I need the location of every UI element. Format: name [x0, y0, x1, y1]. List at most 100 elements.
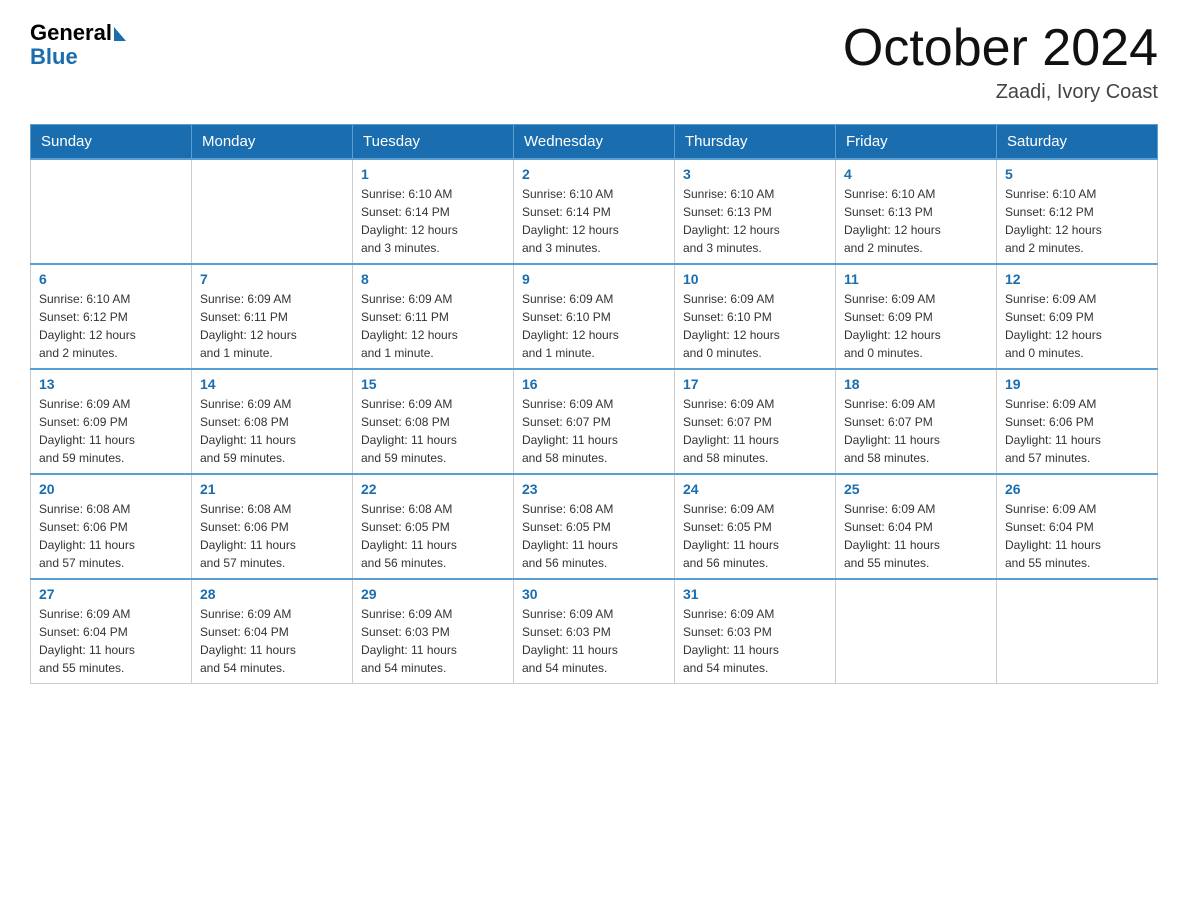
calendar-cell: 24 Sunrise: 6:09 AMSunset: 6:05 PMDayligh… — [675, 474, 836, 579]
calendar-header-sunday: Sunday — [31, 125, 192, 160]
day-number: 31 — [683, 586, 827, 602]
calendar-cell — [192, 159, 353, 264]
day-number: 10 — [683, 271, 827, 287]
day-number: 7 — [200, 271, 344, 287]
page-title: October 2024 — [843, 20, 1158, 77]
page-header: General Blue October 2024 Zaadi, Ivory C… — [30, 20, 1158, 104]
calendar-header-tuesday: Tuesday — [353, 125, 514, 160]
logo-triangle-icon — [114, 27, 126, 41]
calendar-cell: 31 Sunrise: 6:09 AMSunset: 6:03 PMDayligh… — [675, 579, 836, 684]
week-row-5: 27 Sunrise: 6:09 AMSunset: 6:04 PMDayligh… — [31, 579, 1158, 684]
calendar-cell: 27 Sunrise: 6:09 AMSunset: 6:04 PMDayligh… — [31, 579, 192, 684]
day-number: 2 — [522, 166, 666, 182]
day-number: 16 — [522, 376, 666, 392]
calendar-header-saturday: Saturday — [997, 125, 1158, 160]
day-info: Sunrise: 6:09 AMSunset: 6:10 PMDaylight:… — [683, 290, 827, 362]
day-info: Sunrise: 6:09 AMSunset: 6:08 PMDaylight:… — [200, 395, 344, 467]
calendar-cell: 14 Sunrise: 6:09 AMSunset: 6:08 PMDayligh… — [192, 369, 353, 474]
day-number: 21 — [200, 481, 344, 497]
day-info: Sunrise: 6:09 AMSunset: 6:08 PMDaylight:… — [361, 395, 505, 467]
day-info: Sunrise: 6:09 AMSunset: 6:09 PMDaylight:… — [39, 395, 183, 467]
week-row-2: 6 Sunrise: 6:10 AMSunset: 6:12 PMDaylight… — [31, 264, 1158, 369]
calendar-cell — [836, 579, 997, 684]
calendar-cell: 16Sunrise: 6:09 AMSunset: 6:07 PMDayligh… — [514, 369, 675, 474]
day-number: 19 — [1005, 376, 1149, 392]
day-info: Sunrise: 6:09 AMSunset: 6:07 PMDaylight:… — [683, 395, 827, 467]
calendar-cell — [31, 159, 192, 264]
week-row-4: 20Sunrise: 6:08 AMSunset: 6:06 PMDayligh… — [31, 474, 1158, 579]
calendar-cell: 17Sunrise: 6:09 AMSunset: 6:07 PMDayligh… — [675, 369, 836, 474]
day-info: Sunrise: 6:10 AMSunset: 6:13 PMDaylight:… — [844, 185, 988, 257]
calendar-cell: 7 Sunrise: 6:09 AMSunset: 6:11 PMDaylight… — [192, 264, 353, 369]
calendar-cell: 6 Sunrise: 6:10 AMSunset: 6:12 PMDaylight… — [31, 264, 192, 369]
logo-blue-text: Blue — [30, 44, 78, 70]
location-subtitle: Zaadi, Ivory Coast — [843, 81, 1158, 104]
calendar-cell: 1Sunrise: 6:10 AMSunset: 6:14 PMDaylight… — [353, 159, 514, 264]
calendar-cell: 30 Sunrise: 6:09 AMSunset: 6:03 PMDayligh… — [514, 579, 675, 684]
day-number: 24 — [683, 481, 827, 497]
title-area: October 2024 Zaadi, Ivory Coast — [843, 20, 1158, 104]
day-info: Sunrise: 6:10 AMSunset: 6:12 PMDaylight:… — [39, 290, 183, 362]
calendar-cell: 15Sunrise: 6:09 AMSunset: 6:08 PMDayligh… — [353, 369, 514, 474]
calendar-cell: 13 Sunrise: 6:09 AMSunset: 6:09 PMDayligh… — [31, 369, 192, 474]
calendar-cell: 25 Sunrise: 6:09 AMSunset: 6:04 PMDayligh… — [836, 474, 997, 579]
day-number: 11 — [844, 271, 988, 287]
day-number: 12 — [1005, 271, 1149, 287]
calendar-cell: 23 Sunrise: 6:08 AMSunset: 6:05 PMDayligh… — [514, 474, 675, 579]
calendar-header-row: SundayMondayTuesdayWednesdayThursdayFrid… — [31, 125, 1158, 160]
day-info: Sunrise: 6:09 AMSunset: 6:04 PMDaylight:… — [1005, 500, 1149, 572]
calendar-header-thursday: Thursday — [675, 125, 836, 160]
day-info: Sunrise: 6:09 AMSunset: 6:04 PMDaylight:… — [39, 605, 183, 677]
day-info: Sunrise: 6:09 AMSunset: 6:03 PMDaylight:… — [361, 605, 505, 677]
day-info: Sunrise: 6:09 AMSunset: 6:03 PMDaylight:… — [522, 605, 666, 677]
week-row-1: 1 Sunrise: 6:10 AMSunset: 6:14 PMDaylight… — [31, 159, 1158, 264]
day-info: Sunrise: 6:09 AMSunset: 6:11 PMDaylight:… — [200, 290, 344, 362]
day-info: Sunrise: 6:09 AMSunset: 6:05 PMDaylight:… — [683, 500, 827, 572]
day-info: Sunrise: 6:10 AMSunset: 6:14 PMDaylight:… — [522, 185, 666, 257]
day-number: 5 — [1005, 166, 1149, 182]
calendar-cell: 28Sunrise: 6:09 AMSunset: 6:04 PMDayligh… — [192, 579, 353, 684]
calendar-table: SundayMondayTuesdayWednesdayThursdayFrid… — [30, 124, 1158, 684]
day-number: 4 — [844, 166, 988, 182]
day-info: Sunrise: 6:10 AMSunset: 6:13 PMDaylight:… — [683, 185, 827, 257]
calendar-cell: 11Sunrise: 6:09 AMSunset: 6:09 PMDayligh… — [836, 264, 997, 369]
calendar-cell: 19Sunrise: 6:09 AMSunset: 6:06 PMDayligh… — [997, 369, 1158, 474]
day-number: 30 — [522, 586, 666, 602]
day-number: 18 — [844, 376, 988, 392]
day-number: 6 — [39, 271, 183, 287]
day-info: Sunrise: 6:10 AMSunset: 6:12 PMDaylight:… — [1005, 185, 1149, 257]
day-number: 1 — [361, 166, 505, 182]
calendar-cell: 29 Sunrise: 6:09 AMSunset: 6:03 PMDayligh… — [353, 579, 514, 684]
calendar-cell: 5 Sunrise: 6:10 AMSunset: 6:12 PMDaylight… — [997, 159, 1158, 264]
day-number: 22 — [361, 481, 505, 497]
logo: General Blue — [30, 20, 126, 70]
day-info: Sunrise: 6:08 AMSunset: 6:05 PMDaylight:… — [522, 500, 666, 572]
day-number: 29 — [361, 586, 505, 602]
calendar-cell: 18Sunrise: 6:09 AMSunset: 6:07 PMDayligh… — [836, 369, 997, 474]
day-number: 25 — [844, 481, 988, 497]
day-number: 23 — [522, 481, 666, 497]
day-number: 13 — [39, 376, 183, 392]
calendar-header-friday: Friday — [836, 125, 997, 160]
day-info: Sunrise: 6:09 AMSunset: 6:03 PMDaylight:… — [683, 605, 827, 677]
day-info: Sunrise: 6:09 AMSunset: 6:11 PMDaylight:… — [361, 290, 505, 362]
day-number: 26 — [1005, 481, 1149, 497]
calendar-cell: 8 Sunrise: 6:09 AMSunset: 6:11 PMDaylight… — [353, 264, 514, 369]
calendar-cell: 22 Sunrise: 6:08 AMSunset: 6:05 PMDayligh… — [353, 474, 514, 579]
calendar-cell — [997, 579, 1158, 684]
day-info: Sunrise: 6:08 AMSunset: 6:06 PMDaylight:… — [39, 500, 183, 572]
day-number: 8 — [361, 271, 505, 287]
day-number: 3 — [683, 166, 827, 182]
day-info: Sunrise: 6:08 AMSunset: 6:05 PMDaylight:… — [361, 500, 505, 572]
day-number: 27 — [39, 586, 183, 602]
calendar-cell: 20Sunrise: 6:08 AMSunset: 6:06 PMDayligh… — [31, 474, 192, 579]
logo-general-text: General — [30, 20, 112, 46]
calendar-cell: 12Sunrise: 6:09 AMSunset: 6:09 PMDayligh… — [997, 264, 1158, 369]
day-number: 14 — [200, 376, 344, 392]
week-row-3: 13 Sunrise: 6:09 AMSunset: 6:09 PMDayligh… — [31, 369, 1158, 474]
calendar-cell: 9Sunrise: 6:09 AMSunset: 6:10 PMDaylight… — [514, 264, 675, 369]
calendar-header-wednesday: Wednesday — [514, 125, 675, 160]
day-info: Sunrise: 6:08 AMSunset: 6:06 PMDaylight:… — [200, 500, 344, 572]
calendar-cell: 4 Sunrise: 6:10 AMSunset: 6:13 PMDaylight… — [836, 159, 997, 264]
day-info: Sunrise: 6:09 AMSunset: 6:04 PMDaylight:… — [844, 500, 988, 572]
